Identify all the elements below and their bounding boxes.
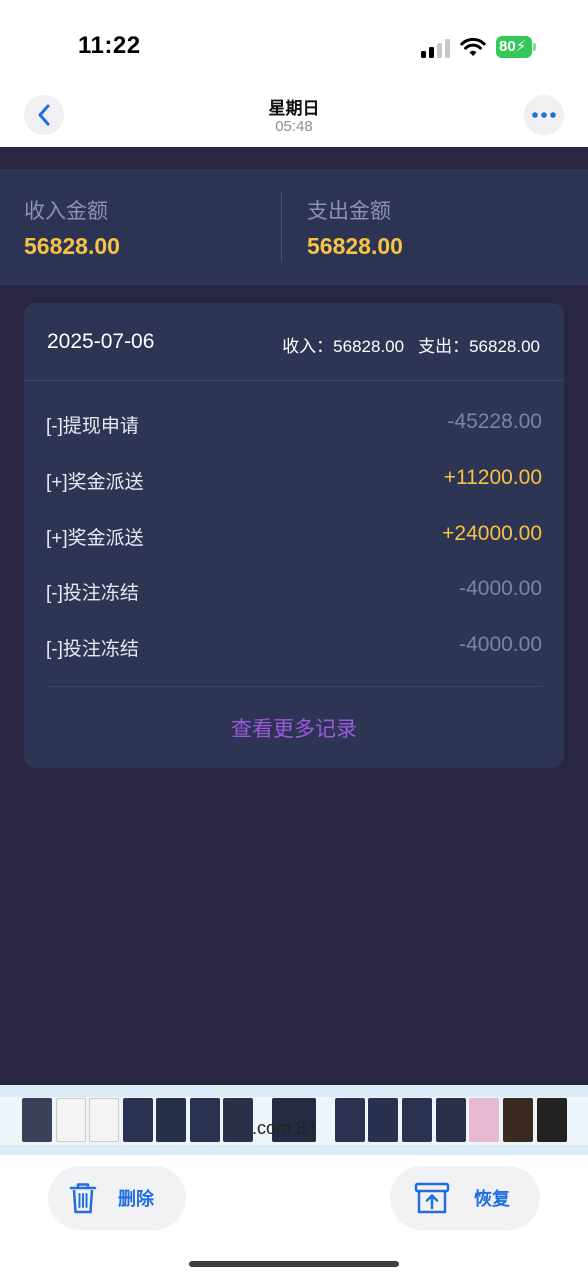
income-value: 56828.00 <box>24 233 120 259</box>
record-row[interactable]: [-]提现申请 -45228.00 <box>46 407 542 437</box>
thumbnail[interactable] <box>537 1098 567 1142</box>
thumbnail[interactable] <box>223 1098 253 1142</box>
day-income-total: 收入：56828.00 <box>282 337 405 356</box>
expense-value: 56828.00 <box>307 233 403 259</box>
restore-label: 恢复 <box>474 1189 510 1209</box>
thumbnail[interactable] <box>156 1098 186 1142</box>
signal-icon <box>421 38 451 58</box>
view-more-records-link[interactable]: 查看更多记录 <box>24 713 564 743</box>
record-amount: -4000.00 <box>459 577 542 600</box>
thumbnail[interactable] <box>335 1098 365 1142</box>
thumbnail[interactable] <box>402 1098 432 1142</box>
more-dots-icon <box>532 112 556 118</box>
thumbnail[interactable] <box>190 1098 220 1142</box>
record-date: 2025-07-06 <box>47 330 155 353</box>
record-amount: +11200.00 <box>443 466 542 489</box>
nav-bar: 星期日 05:48 <box>0 80 588 147</box>
more-button[interactable] <box>524 95 564 135</box>
battery-icon: 80⚡ <box>496 36 538 58</box>
record-row[interactable]: [-]投注冻结 -4000.00 <box>46 630 542 660</box>
bottom-action-bar: 删除 恢复 <box>0 1155 588 1280</box>
thumbnail[interactable] <box>22 1098 52 1142</box>
home-indicator <box>189 1261 399 1267</box>
card-header: 2025-07-06 收入：56828.00 支出：56828.00 <box>24 303 564 381</box>
day-expense-total: 支出：56828.00 <box>418 337 540 356</box>
nav-subtitle: 05:48 <box>275 118 313 135</box>
income-label: 收入金额 <box>24 200 108 223</box>
thumbnail[interactable] <box>436 1098 466 1142</box>
income-summary: 收入金额 56828.00 <box>24 195 120 260</box>
record-name: [-]投注冻结 <box>46 583 139 604</box>
status-bar: 11:22 80⚡ <box>0 0 588 80</box>
expense-summary: 支出金额 56828.00 <box>307 195 403 260</box>
record-amount: -4000.00 <box>459 633 542 656</box>
day-totals: 收入：56828.00 支出：56828.00 <box>282 332 540 357</box>
battery-level: 80 <box>499 38 516 55</box>
summary-divider <box>281 193 282 261</box>
record-name: [-]提现申请 <box>46 416 139 437</box>
wifi-icon <box>460 37 486 56</box>
record-name: [+]奖金派送 <box>46 472 144 493</box>
record-name: [+]奖金派送 <box>46 528 144 549</box>
card-divider <box>46 686 542 687</box>
app-content: 收入金额 56828.00 支出金额 56828.00 2025-07-06 收… <box>0 147 588 1085</box>
trash-icon <box>69 1183 97 1214</box>
thumbnail-strip[interactable]: .com 8.t <box>0 1085 588 1155</box>
nav-title: 星期日 <box>268 99 320 118</box>
summary-panel: 收入金额 56828.00 支出金额 56828.00 <box>0 169 588 285</box>
thumbnail-overlay-text: .com 8.t <box>252 1118 317 1138</box>
thumbnail[interactable] <box>89 1098 119 1142</box>
record-row[interactable]: [+]奖金派送 +11200.00 <box>46 463 542 493</box>
record-name: [-]投注冻结 <box>46 639 139 660</box>
day-record-card: 2025-07-06 收入：56828.00 支出：56828.00 [-]提现申… <box>24 303 564 768</box>
thumbnail[interactable] <box>368 1098 398 1142</box>
restore-button[interactable]: 恢复 <box>390 1166 540 1230</box>
record-row[interactable]: [+]奖金派送 +24000.00 <box>46 519 542 549</box>
thumbnail[interactable] <box>503 1098 533 1142</box>
record-amount: -45228.00 <box>447 410 542 433</box>
delete-button[interactable]: 删除 <box>48 1166 186 1230</box>
status-time: 11:22 <box>78 32 141 59</box>
delete-label: 删除 <box>118 1189 154 1209</box>
thumbnail[interactable] <box>123 1098 153 1142</box>
thumbnail[interactable] <box>469 1098 499 1142</box>
record-row[interactable]: [-]投注冻结 -4000.00 <box>46 574 542 604</box>
record-amount: +24000.00 <box>442 522 542 545</box>
restore-tray-icon <box>414 1182 450 1214</box>
thumbnail[interactable] <box>56 1098 86 1142</box>
expense-label: 支出金额 <box>307 200 391 223</box>
